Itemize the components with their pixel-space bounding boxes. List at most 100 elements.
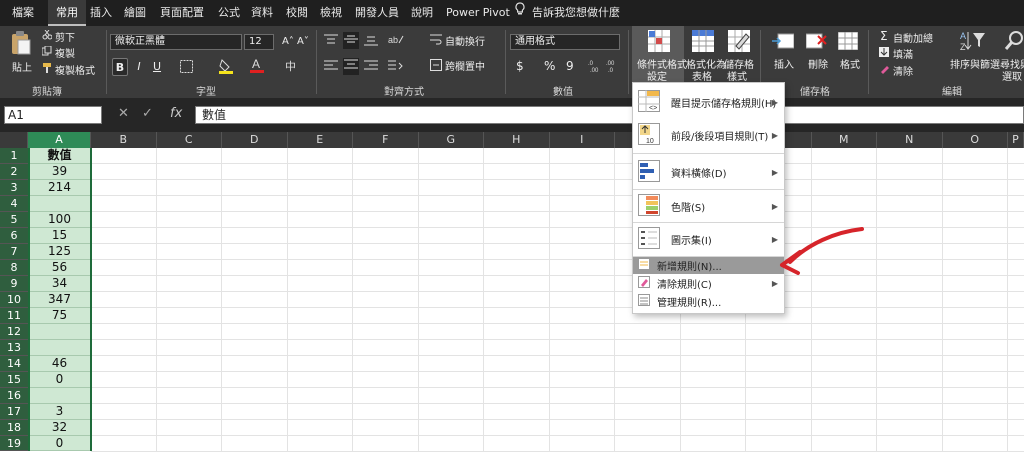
menu-item-data-bars[interactable]: 資料橫條(D) ▶ (633, 156, 784, 188)
column-header-i[interactable]: I (549, 132, 615, 148)
tab-power-pivot[interactable]: Power Pivot (446, 0, 510, 26)
sort-filter-button[interactable]: 排序與篩選 (950, 56, 1000, 71)
format-as-table-label-2[interactable]: 表格 (692, 68, 712, 83)
tab-home[interactable]: 常用 (48, 0, 86, 26)
format-cells-button[interactable]: 格式 (840, 56, 860, 71)
borders-icon[interactable] (180, 60, 193, 76)
menu-item-top-bottom-rules[interactable]: 10 前段/後段項目規則(T) ▶ (633, 119, 784, 151)
column-header-a[interactable]: A (28, 132, 91, 148)
tell-me-box[interactable]: 告訴我您想做什麼 (514, 0, 620, 26)
tab-file[interactable]: 檔案 (12, 0, 34, 26)
font-size-select[interactable]: 12 (244, 34, 274, 50)
format-cells-icon[interactable] (837, 31, 859, 53)
column-header-o[interactable]: O (942, 132, 1008, 148)
formula-input[interactable]: 數值 (195, 106, 1024, 124)
font-name-select[interactable]: 微軟正黑體 (110, 34, 242, 50)
insert-cells-button[interactable]: 插入 (774, 56, 794, 71)
cancel-icon[interactable]: ✕ (118, 106, 129, 121)
format-painter-button[interactable]: 複製格式 (55, 62, 95, 77)
wrap-text-button[interactable]: 自動換行 (445, 33, 485, 48)
fill-button[interactable]: 填滿 (893, 46, 913, 61)
row-header[interactable]: 3 (0, 180, 28, 196)
delete-cells-icon[interactable] (805, 32, 828, 53)
currency-button[interactable]: $ (516, 59, 524, 73)
delete-cells-button[interactable]: 刪除 (808, 56, 828, 71)
merge-center-button[interactable]: 跨欄置中 (445, 58, 485, 73)
row-header[interactable]: 11 (0, 308, 28, 324)
copy-button[interactable]: 複製 (55, 45, 75, 60)
row-header[interactable]: 18 (0, 420, 28, 436)
worksheet-grid[interactable]: ABCDEFGHIJKLMNOP1數值239321445100615712585… (0, 132, 1024, 452)
tab-view[interactable]: 檢視 (320, 0, 342, 26)
comma-button[interactable]: 9 (566, 59, 574, 73)
insert-function-icon[interactable]: fx (170, 106, 182, 121)
column-header-n[interactable]: N (877, 132, 943, 148)
row-header[interactable]: 17 (0, 404, 28, 420)
column-header-m[interactable]: M (811, 132, 877, 148)
row-header[interactable]: 12 (0, 324, 28, 340)
merge-center-icon[interactable] (430, 59, 442, 74)
row-header[interactable]: 1 (0, 148, 28, 164)
align-middle-icon[interactable] (343, 32, 359, 49)
tab-insert[interactable]: 插入 (90, 0, 112, 26)
menu-item-clear-rules[interactable]: 清除規則(C) ▶ (633, 275, 784, 292)
row-header[interactable]: 19 (0, 436, 28, 451)
row-header[interactable]: 15 (0, 372, 28, 388)
column-header-f[interactable]: F (353, 132, 419, 148)
autosum-icon[interactable]: Σ (880, 29, 888, 43)
tab-formulas[interactable]: 公式 (218, 0, 240, 26)
bold-button[interactable]: B (112, 58, 128, 76)
tab-review[interactable]: 校閱 (286, 0, 308, 26)
autosum-button[interactable]: 自動加總 (893, 30, 933, 45)
row-header[interactable]: 9 (0, 276, 28, 292)
align-bottom-icon[interactable] (364, 34, 378, 49)
row-header[interactable]: 14 (0, 356, 28, 372)
row-header[interactable]: 4 (0, 196, 28, 212)
cell-styles-icon[interactable] (728, 30, 750, 55)
cut-icon[interactable] (42, 29, 53, 43)
align-top-icon[interactable] (324, 34, 338, 49)
find-select-icon[interactable] (1004, 30, 1024, 55)
row-header[interactable]: 5 (0, 212, 28, 228)
sort-filter-icon[interactable]: AZ (960, 30, 986, 55)
name-box[interactable]: A1 (4, 106, 102, 124)
column-header-e[interactable]: E (287, 132, 353, 148)
fill-icon[interactable] (879, 47, 889, 60)
orientation-icon[interactable]: ab (388, 33, 404, 48)
column-header-d[interactable]: D (222, 132, 288, 148)
fill-color-icon[interactable] (219, 58, 233, 77)
tab-help[interactable]: 說明 (411, 0, 433, 26)
row-header[interactable]: 10 (0, 292, 28, 308)
grow-font-button[interactable]: A˄ (282, 36, 294, 47)
copy-icon[interactable] (41, 45, 52, 59)
shrink-font-button[interactable]: A˅ (297, 36, 309, 47)
row-header[interactable]: 6 (0, 228, 28, 244)
enter-icon[interactable]: ✓ (142, 106, 153, 121)
menu-item-highlight-rules[interactable]: <> 醒目提示儲存格規則(H) ▶ (633, 87, 784, 117)
align-right-icon[interactable] (364, 60, 378, 75)
find-select-label-2[interactable]: 選取 (1002, 68, 1022, 83)
wrap-text-icon[interactable] (430, 34, 442, 49)
indent-icon[interactable] (388, 60, 408, 75)
format-painter-icon[interactable] (42, 63, 52, 76)
row-header[interactable]: 7 (0, 244, 28, 260)
clear-icon[interactable] (879, 64, 889, 77)
row-header[interactable]: 16 (0, 388, 28, 404)
decrease-decimal-icon[interactable]: .00.0 (606, 59, 620, 75)
clear-button[interactable]: 清除 (893, 63, 913, 78)
menu-item-color-scales[interactable]: 色階(S) ▶ (633, 190, 784, 222)
tab-draw[interactable]: 繪圖 (124, 0, 146, 26)
paste-button[interactable]: 貼上 (12, 59, 32, 74)
font-color-icon[interactable]: A (250, 57, 264, 77)
format-as-table-icon[interactable] (692, 30, 714, 55)
column-header-h[interactable]: H (484, 132, 550, 148)
column-header-g[interactable]: G (418, 132, 484, 148)
tab-page-layout[interactable]: 頁面配置 (160, 0, 204, 26)
italic-button[interactable]: I (132, 58, 146, 76)
column-header-c[interactable]: C (156, 132, 222, 148)
phonetic-icon[interactable]: 中 (285, 59, 299, 76)
row-header[interactable]: 8 (0, 260, 28, 276)
align-left-icon[interactable] (324, 60, 338, 75)
column-header-b[interactable]: B (91, 132, 157, 148)
insert-cells-icon[interactable] (772, 32, 795, 53)
